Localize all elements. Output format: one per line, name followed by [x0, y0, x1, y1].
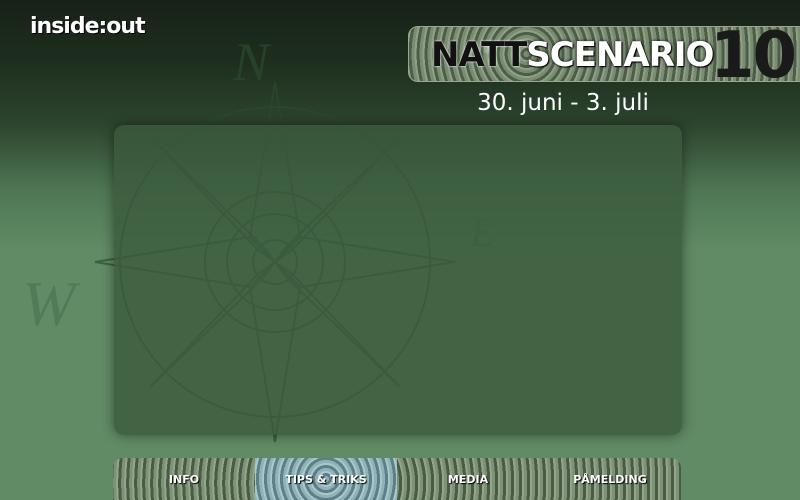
- banner-number: 10: [709, 26, 797, 82]
- content-panel: [114, 125, 682, 435]
- nav-item-info[interactable]: INFO: [113, 458, 255, 500]
- nav-item-tips-triks[interactable]: TIPS & TRIKS: [255, 458, 397, 500]
- bottom-nav: INFO TIPS & TRIKS MEDIA PÅMELDING: [113, 458, 681, 500]
- nav-item-media[interactable]: MEDIA: [397, 458, 539, 500]
- compass-n: N: [232, 32, 272, 92]
- compass-w: W: [22, 268, 81, 339]
- banner-title-part1: NATT: [431, 35, 527, 75]
- logo[interactable]: inside:out: [30, 14, 146, 39]
- nav-item-pamelding[interactable]: PÅMELDING: [539, 458, 681, 500]
- event-banner: NATT SCENARIO 10: [408, 26, 800, 82]
- banner-title-part2: SCENARIO: [526, 35, 714, 75]
- banner-title: NATT SCENARIO: [431, 33, 714, 77]
- event-dates: 30. juni - 3. juli: [477, 90, 649, 116]
